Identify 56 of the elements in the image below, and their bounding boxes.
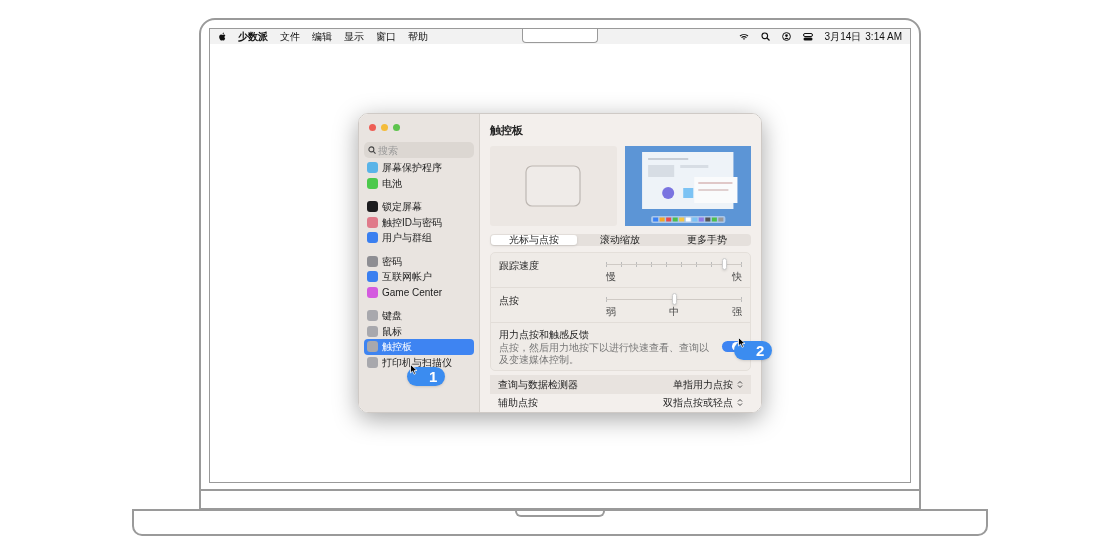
toggle-label: 用力点按和触感反馈 [499, 328, 590, 342]
sidebar-item[interactable]: 屏幕保护程序 [364, 160, 474, 176]
zoom-button[interactable] [393, 124, 400, 131]
close-button[interactable] [369, 124, 376, 131]
cursor-icon [738, 337, 746, 348]
menu-item[interactable]: 显示 [344, 29, 364, 44]
slider-track[interactable] [606, 293, 742, 306]
app-menu[interactable]: 少数派 [238, 29, 268, 44]
slider-thumb[interactable] [671, 293, 677, 306]
slider-mark-label: 慢 [606, 272, 616, 283]
popup-menu[interactable]: 单指用力点按 [673, 377, 743, 393]
menu-item[interactable]: 编辑 [312, 29, 332, 44]
menu-item[interactable]: 帮助 [408, 29, 428, 44]
menu-item[interactable]: 文件 [280, 29, 300, 44]
minimize-button[interactable] [381, 124, 388, 131]
user-icon[interactable] [781, 32, 791, 41]
sidebar-item[interactable]: 打印机与扫描仪 [364, 354, 474, 370]
sidebar-item[interactable]: 锁定屏幕 [364, 199, 474, 215]
popup-label: 查询与数据检测器 [498, 378, 578, 393]
callout-badge: 2 [734, 341, 773, 360]
slider-mark-label: 中 [669, 307, 679, 318]
slider-mark-label: 弱 [606, 307, 616, 318]
search-field[interactable]: 搜索 [364, 142, 474, 158]
trackpad-icon [525, 164, 582, 207]
sidebar-item[interactable]: 键盘 [364, 308, 474, 324]
menu-bar-time[interactable]: 3:14 AM [865, 29, 902, 44]
slider-mark-label: 快 [732, 272, 742, 283]
wifi-icon[interactable] [738, 32, 749, 41]
apple-logo-icon[interactable] [218, 32, 226, 41]
menu-item[interactable]: 窗口 [376, 29, 396, 44]
search-icon [368, 146, 376, 154]
slider-mark-label: 强 [732, 307, 742, 318]
segment-tab[interactable]: 更多手势 [663, 234, 750, 246]
panel-title: 触控板 [490, 123, 524, 138]
chevron-updown-icon [737, 380, 743, 390]
sidebar-item[interactable]: 触控板 [364, 339, 474, 355]
segment-tab[interactable]: 光标与点按 [491, 234, 578, 246]
sidebar-item[interactable]: 触控ID与密码 [364, 214, 474, 230]
sidebar-item[interactable]: 互联网帐户 [364, 269, 474, 285]
sidebar-item[interactable]: 密码 [364, 253, 474, 269]
chevron-updown-icon [737, 398, 743, 408]
sidebar-item[interactable]: 电池 [364, 175, 474, 191]
segment-tab[interactable]: 滚动缩放 [577, 234, 664, 246]
sidebar-item[interactable]: Game Center [364, 284, 474, 300]
slider-thumb[interactable] [721, 258, 727, 271]
menu-bar-date[interactable]: 3月14日 [824, 29, 862, 44]
slider-label: 点按 [499, 294, 519, 309]
sidebar-item[interactable]: 鼠标 [364, 323, 474, 339]
slider-label: 跟踪速度 [499, 259, 539, 274]
search-icon[interactable] [760, 32, 770, 41]
toggle-description: 点按，然后用力地按下以进行快速查看、查询以及变速媒体控制。 [499, 342, 710, 367]
popup-label: 辅助点按 [498, 396, 538, 411]
sidebar-item[interactable]: 用户与群组 [364, 230, 474, 246]
slider-track[interactable] [606, 258, 742, 271]
control-center-icon[interactable] [802, 32, 813, 41]
popup-menu[interactable]: 双指点按或轻点 [663, 395, 743, 411]
